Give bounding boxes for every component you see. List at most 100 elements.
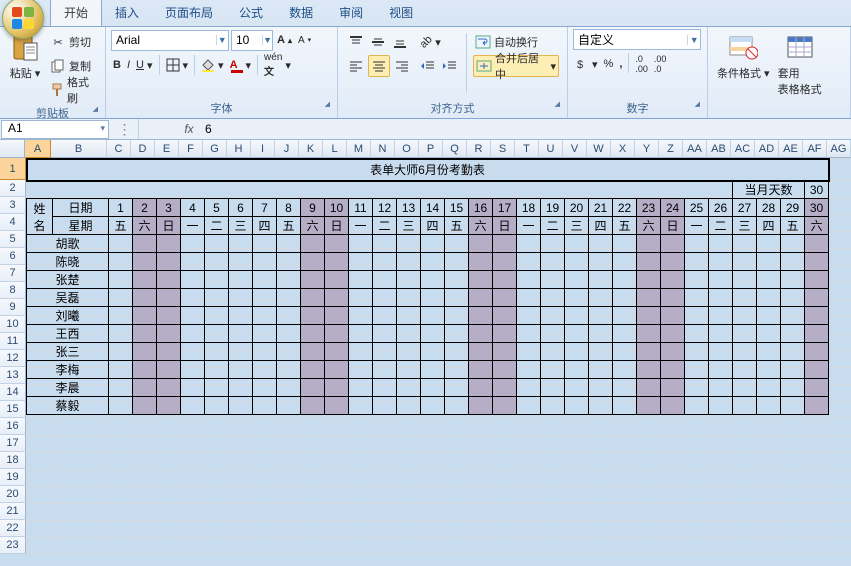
attendance-cell[interactable] bbox=[397, 307, 421, 325]
attendance-cell[interactable] bbox=[685, 307, 709, 325]
attendance-cell[interactable] bbox=[397, 235, 421, 253]
attendance-cell[interactable] bbox=[445, 307, 469, 325]
row-header[interactable]: 1 bbox=[0, 158, 26, 180]
attendance-cell[interactable] bbox=[277, 307, 301, 325]
align-middle-button[interactable] bbox=[368, 31, 388, 53]
attendance-cell[interactable] bbox=[589, 343, 613, 361]
attendance-cell[interactable] bbox=[517, 271, 541, 289]
attendance-cell[interactable] bbox=[685, 325, 709, 343]
attendance-cell[interactable] bbox=[661, 253, 685, 271]
employee-name[interactable]: 王西 bbox=[27, 325, 109, 343]
col-header[interactable]: X bbox=[611, 140, 635, 158]
attendance-cell[interactable] bbox=[205, 361, 229, 379]
increase-indent-button[interactable] bbox=[440, 55, 460, 77]
attendance-cell[interactable] bbox=[613, 361, 637, 379]
weekday-cell[interactable]: 日 bbox=[661, 217, 685, 235]
attendance-cell[interactable] bbox=[205, 253, 229, 271]
attendance-cell[interactable] bbox=[805, 361, 829, 379]
weekday-cell[interactable]: 四 bbox=[589, 217, 613, 235]
attendance-cell[interactable] bbox=[613, 307, 637, 325]
attendance-cell[interactable] bbox=[661, 325, 685, 343]
date-cell[interactable]: 11 bbox=[349, 199, 373, 217]
attendance-cell[interactable] bbox=[373, 361, 397, 379]
attendance-cell[interactable] bbox=[613, 379, 637, 397]
row-header[interactable]: 2 bbox=[0, 180, 26, 197]
attendance-cell[interactable] bbox=[325, 289, 349, 307]
attendance-cell[interactable] bbox=[301, 289, 325, 307]
attendance-cell[interactable] bbox=[301, 307, 325, 325]
col-header[interactable]: K bbox=[299, 140, 323, 158]
row-header[interactable]: 19 bbox=[0, 469, 26, 486]
attendance-cell[interactable] bbox=[709, 397, 733, 415]
col-header[interactable]: O bbox=[395, 140, 419, 158]
attendance-cell[interactable] bbox=[493, 289, 517, 307]
attendance-cell[interactable] bbox=[805, 235, 829, 253]
weekday-cell[interactable]: 五 bbox=[781, 217, 805, 235]
col-header[interactable]: H bbox=[227, 140, 251, 158]
attendance-cell[interactable] bbox=[205, 271, 229, 289]
attendance-cell[interactable] bbox=[445, 379, 469, 397]
attendance-cell[interactable] bbox=[421, 343, 445, 361]
employee-name[interactable]: 张三 bbox=[27, 343, 109, 361]
date-cell[interactable]: 13 bbox=[397, 199, 421, 217]
attendance-cell[interactable] bbox=[637, 361, 661, 379]
conditional-format-button[interactable]: 条件格式 ▾ bbox=[713, 29, 774, 83]
attendance-cell[interactable] bbox=[493, 253, 517, 271]
attendance-cell[interactable] bbox=[589, 289, 613, 307]
attendance-cell[interactable] bbox=[373, 379, 397, 397]
attendance-cell[interactable] bbox=[253, 397, 277, 415]
attendance-cell[interactable] bbox=[205, 325, 229, 343]
attendance-cell[interactable] bbox=[421, 271, 445, 289]
attendance-cell[interactable] bbox=[277, 343, 301, 361]
date-cell[interactable]: 4 bbox=[181, 199, 205, 217]
attendance-cell[interactable] bbox=[205, 343, 229, 361]
attendance-cell[interactable] bbox=[541, 397, 565, 415]
weekday-cell[interactable]: 六 bbox=[301, 217, 325, 235]
attendance-cell[interactable] bbox=[565, 379, 589, 397]
weekday-cell[interactable]: 一 bbox=[349, 217, 373, 235]
chevron-down-icon[interactable]: ▼ bbox=[216, 35, 229, 45]
attendance-cell[interactable] bbox=[109, 361, 133, 379]
attendance-cell[interactable] bbox=[253, 289, 277, 307]
attendance-cell[interactable] bbox=[685, 271, 709, 289]
attendance-cell[interactable] bbox=[685, 253, 709, 271]
row-header[interactable]: 21 bbox=[0, 503, 26, 520]
date-cell[interactable]: 24 bbox=[661, 199, 685, 217]
weekday-cell[interactable]: 六 bbox=[637, 217, 661, 235]
row-header[interactable]: 4 bbox=[0, 214, 26, 231]
formula-input[interactable]: 6 bbox=[199, 122, 212, 136]
employee-name[interactable]: 刘曦 bbox=[27, 307, 109, 325]
employee-name[interactable]: 吴磊 bbox=[27, 289, 109, 307]
tab-insert[interactable]: 插入 bbox=[102, 0, 152, 26]
attendance-cell[interactable] bbox=[397, 361, 421, 379]
attendance-cell[interactable] bbox=[157, 343, 181, 361]
date-cell[interactable]: 18 bbox=[517, 199, 541, 217]
attendance-cell[interactable] bbox=[421, 325, 445, 343]
attendance-cell[interactable] bbox=[349, 397, 373, 415]
row-header[interactable]: 14 bbox=[0, 384, 26, 401]
bold-button[interactable]: B bbox=[111, 54, 123, 76]
attendance-cell[interactable] bbox=[709, 289, 733, 307]
attendance-cell[interactable] bbox=[133, 253, 157, 271]
attendance-cell[interactable] bbox=[781, 307, 805, 325]
date-cell[interactable]: 28 bbox=[757, 199, 781, 217]
attendance-cell[interactable] bbox=[373, 325, 397, 343]
col-header[interactable]: I bbox=[251, 140, 275, 158]
attendance-cell[interactable] bbox=[589, 253, 613, 271]
orientation-button[interactable]: ab▾ bbox=[418, 31, 460, 53]
attendance-cell[interactable] bbox=[637, 379, 661, 397]
attendance-cell[interactable] bbox=[469, 343, 493, 361]
phonetic-button[interactable]: wén文▾ bbox=[262, 54, 293, 76]
attendance-cell[interactable] bbox=[373, 235, 397, 253]
attendance-cell[interactable] bbox=[493, 271, 517, 289]
attendance-cell[interactable] bbox=[349, 325, 373, 343]
attendance-cell[interactable] bbox=[277, 289, 301, 307]
font-color-button[interactable]: A▾ bbox=[228, 54, 253, 76]
row-header[interactable]: 12 bbox=[0, 350, 26, 367]
col-header[interactable]: V bbox=[563, 140, 587, 158]
attendance-cell[interactable] bbox=[253, 325, 277, 343]
currency-button[interactable]: $▾ bbox=[573, 53, 600, 75]
attendance-cell[interactable] bbox=[517, 343, 541, 361]
attendance-cell[interactable] bbox=[637, 343, 661, 361]
attendance-cell[interactable] bbox=[733, 289, 757, 307]
